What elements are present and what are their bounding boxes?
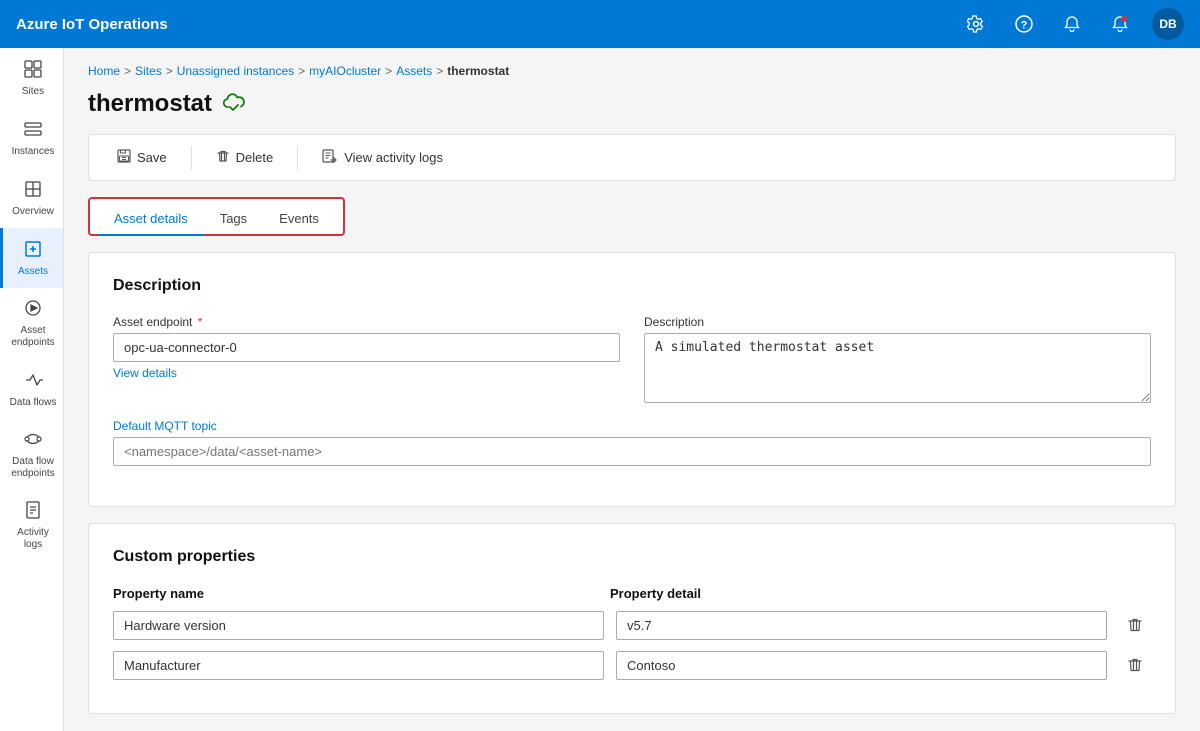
user-avatar[interactable]: DB bbox=[1152, 8, 1184, 40]
tabs-container: Asset details Tags Events bbox=[88, 197, 345, 236]
sidebar-item-overview[interactable]: Overview bbox=[0, 168, 63, 228]
breadcrumb-cluster[interactable]: myAIOcluster bbox=[309, 64, 381, 78]
description-card-title: Description bbox=[113, 277, 1151, 295]
sidebar-item-data-flows[interactable]: Data flows bbox=[0, 359, 63, 419]
description-textarea[interactable]: A simulated thermostat asset bbox=[644, 333, 1151, 403]
alerts-button[interactable] bbox=[1104, 8, 1136, 40]
cloud-status-icon bbox=[222, 91, 246, 117]
delete-button[interactable]: Delete bbox=[204, 143, 286, 172]
top-nav-icons: ? DB bbox=[960, 8, 1184, 40]
sidebar-item-data-flow-endpoints[interactable]: Data flow endpoints bbox=[0, 419, 63, 490]
sidebar-item-instances-label: Instances bbox=[12, 146, 55, 158]
description-card: Description Asset endpoint * View detail… bbox=[88, 252, 1176, 507]
sidebar-item-assets-label: Assets bbox=[18, 266, 48, 278]
asset-endpoint-label: Asset endpoint * bbox=[113, 315, 620, 329]
sidebar-item-assets[interactable]: Assets bbox=[0, 228, 63, 288]
breadcrumb-unassigned[interactable]: Unassigned instances bbox=[177, 64, 294, 78]
save-label: Save bbox=[137, 150, 167, 165]
description-label: Description bbox=[644, 315, 1151, 329]
col-property-detail: Property detail bbox=[610, 586, 1083, 601]
sidebar-item-data-flows-label: Data flows bbox=[10, 397, 57, 409]
breadcrumb-home[interactable]: Home bbox=[88, 64, 120, 78]
sidebar-item-sites-label: Sites bbox=[22, 86, 44, 98]
view-details-link[interactable]: View details bbox=[113, 366, 620, 380]
tab-tags[interactable]: Tags bbox=[204, 203, 263, 236]
help-button[interactable]: ? bbox=[1008, 8, 1040, 40]
tab-events[interactable]: Events bbox=[263, 203, 335, 236]
breadcrumb-sep-3: > bbox=[385, 64, 392, 78]
main-layout: Sites Instances Overview bbox=[0, 48, 1200, 731]
toolbar: Save Delete bbox=[88, 134, 1176, 181]
sidebar-item-activity-logs[interactable]: Activity logs bbox=[0, 490, 63, 561]
toolbar-separator-2 bbox=[297, 146, 298, 170]
sidebar-item-asset-endpoints[interactable]: Asset endpoints bbox=[0, 288, 63, 359]
app-title: Azure IoT Operations bbox=[16, 16, 960, 33]
assets-icon bbox=[23, 239, 43, 262]
sidebar-item-asset-endpoints-label: Asset endpoints bbox=[7, 325, 59, 349]
page-title-row: thermostat bbox=[88, 90, 1176, 118]
breadcrumb-sep-1: > bbox=[166, 64, 173, 78]
mqtt-topic-label: Default MQTT topic bbox=[113, 419, 1151, 433]
prop-name-0[interactable] bbox=[113, 611, 604, 640]
asset-endpoints-icon bbox=[23, 298, 43, 321]
activity-logs-toolbar-icon bbox=[322, 149, 338, 166]
sidebar-item-sites[interactable]: Sites bbox=[0, 48, 63, 108]
save-icon bbox=[117, 149, 131, 166]
data-flow-endpoints-icon bbox=[23, 429, 43, 452]
save-button[interactable]: Save bbox=[105, 143, 179, 172]
delete-prop-0-button[interactable] bbox=[1119, 609, 1151, 641]
data-flows-icon bbox=[23, 370, 43, 393]
breadcrumb-sites[interactable]: Sites bbox=[135, 64, 162, 78]
delete-label: Delete bbox=[236, 150, 274, 165]
asset-endpoint-group: Asset endpoint * View details bbox=[113, 315, 620, 403]
col-property-name: Property name bbox=[113, 586, 586, 601]
delete-icon bbox=[216, 149, 230, 166]
asset-endpoint-input[interactable] bbox=[113, 333, 620, 362]
mqtt-topic-group: Default MQTT topic bbox=[113, 419, 1151, 466]
sites-icon bbox=[23, 59, 43, 82]
settings-button[interactable] bbox=[960, 8, 992, 40]
prop-detail-0[interactable] bbox=[616, 611, 1107, 640]
delete-prop-1-button[interactable] bbox=[1119, 649, 1151, 681]
custom-props-header: Property name Property detail bbox=[113, 586, 1151, 601]
instances-icon bbox=[23, 119, 43, 142]
sidebar-item-activity-logs-label: Activity logs bbox=[7, 527, 59, 551]
tab-asset-details[interactable]: Asset details bbox=[98, 203, 204, 236]
sidebar-item-overview-label: Overview bbox=[12, 206, 54, 218]
description-form-row-1: Asset endpoint * View details Descriptio… bbox=[113, 315, 1151, 403]
prop-name-1[interactable] bbox=[113, 651, 604, 680]
tab-asset-details-label: Asset details bbox=[114, 211, 188, 226]
toolbar-separator-1 bbox=[191, 146, 192, 170]
breadcrumb-thermostat: thermostat bbox=[447, 64, 509, 78]
prop-detail-1[interactable] bbox=[616, 651, 1107, 680]
breadcrumb-sep-2: > bbox=[298, 64, 305, 78]
top-navigation: Azure IoT Operations ? bbox=[0, 0, 1200, 48]
notifications-button[interactable] bbox=[1056, 8, 1088, 40]
custom-properties-card: Custom properties Property name Property… bbox=[88, 523, 1176, 714]
overview-icon bbox=[23, 179, 43, 202]
view-activity-logs-button[interactable]: View activity logs bbox=[310, 143, 455, 172]
content-area: Home > Sites > Unassigned instances > my… bbox=[64, 48, 1200, 731]
tab-tags-label: Tags bbox=[220, 211, 247, 226]
custom-prop-row-0 bbox=[113, 609, 1151, 641]
description-group: Description A simulated thermostat asset bbox=[644, 315, 1151, 403]
sidebar-item-instances[interactable]: Instances bbox=[0, 108, 63, 168]
custom-prop-row-1 bbox=[113, 649, 1151, 681]
required-star: * bbox=[198, 315, 203, 329]
activity-logs-icon bbox=[23, 500, 43, 523]
page-content: Home > Sites > Unassigned instances > my… bbox=[64, 48, 1200, 731]
sidebar: Sites Instances Overview bbox=[0, 48, 64, 731]
breadcrumb-sep-0: > bbox=[124, 64, 131, 78]
col-actions-spacer bbox=[1107, 586, 1151, 601]
breadcrumb-assets[interactable]: Assets bbox=[396, 64, 432, 78]
custom-properties-title: Custom properties bbox=[113, 548, 1151, 566]
page-title: thermostat bbox=[88, 90, 212, 118]
tab-events-label: Events bbox=[279, 211, 319, 226]
svg-text:?: ? bbox=[1021, 20, 1028, 32]
sidebar-item-data-flow-endpoints-label: Data flow endpoints bbox=[7, 456, 59, 480]
breadcrumb-sep-4: > bbox=[436, 64, 443, 78]
activity-logs-label: View activity logs bbox=[344, 150, 443, 165]
breadcrumb: Home > Sites > Unassigned instances > my… bbox=[88, 64, 1176, 78]
mqtt-topic-input[interactable] bbox=[113, 437, 1151, 466]
